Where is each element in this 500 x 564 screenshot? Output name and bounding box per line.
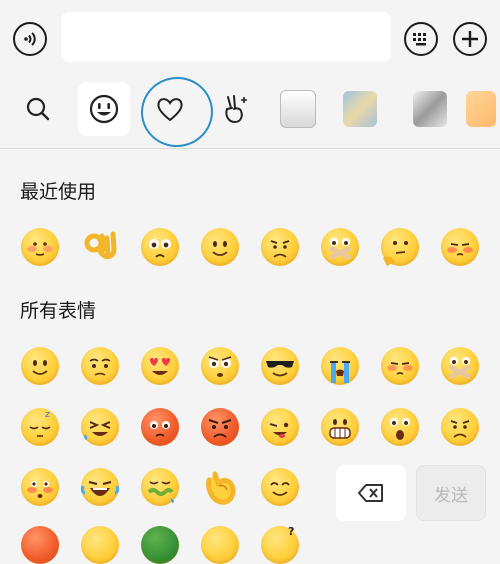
emoji-cool[interactable] xyxy=(261,347,299,385)
emoji-think[interactable] xyxy=(381,228,419,266)
emoji-ok-hand[interactable] xyxy=(81,228,119,266)
emoji-wink[interactable] xyxy=(261,408,299,446)
emoji-shy[interactable] xyxy=(381,347,419,385)
emoji-tab-strip xyxy=(0,76,500,148)
emoji-red-angry[interactable] xyxy=(141,408,179,446)
voice-icon xyxy=(24,32,36,46)
gesture-icon xyxy=(225,95,247,124)
tab-emoji[interactable] xyxy=(78,82,130,136)
emoji-sleep[interactable]: z xyxy=(21,408,59,446)
voice-input-button[interactable] xyxy=(13,22,47,56)
svg-text:z: z xyxy=(45,410,50,420)
emoji-laugh-cry[interactable] xyxy=(81,468,119,506)
svg-text:?: ? xyxy=(288,526,294,538)
emoji-question[interactable]: ? xyxy=(261,526,299,564)
backspace-button[interactable] xyxy=(336,465,406,521)
emoji-grin[interactable] xyxy=(321,408,359,446)
emoji-worried[interactable] xyxy=(81,347,119,385)
tab-gestures[interactable] xyxy=(208,82,260,136)
tab-sticker-pack-1[interactable] xyxy=(272,82,324,136)
keyboard-button[interactable] xyxy=(404,22,438,56)
tab-search[interactable] xyxy=(12,82,64,136)
emoji-hush[interactable] xyxy=(321,228,359,266)
emoji-frown[interactable] xyxy=(261,228,299,266)
emoji-smile[interactable] xyxy=(201,526,239,564)
sticker-thumbnail xyxy=(413,91,447,127)
emoji-worried[interactable] xyxy=(141,228,179,266)
search-icon xyxy=(26,97,50,121)
emoji-surprise[interactable] xyxy=(381,408,419,446)
emoji-red-face[interactable] xyxy=(21,526,59,564)
message-input[interactable] xyxy=(61,12,391,62)
emoji-smile[interactable] xyxy=(21,347,59,385)
emoji-grin-sweat[interactable] xyxy=(81,408,119,446)
divider xyxy=(0,148,500,149)
emoji-heart-eyes[interactable] xyxy=(141,347,179,385)
input-bar xyxy=(0,0,500,76)
sticker-thumbnail xyxy=(343,91,377,127)
smiley-icon xyxy=(89,94,119,124)
send-button[interactable]: 发送 xyxy=(416,465,486,521)
emoji-hush[interactable] xyxy=(441,347,479,385)
more-button[interactable] xyxy=(453,22,487,56)
emoji-smile[interactable] xyxy=(201,228,239,266)
sticker-thumbnail xyxy=(466,91,496,127)
tab-sticker-pack-4[interactable] xyxy=(466,82,500,136)
emoji-cry[interactable] xyxy=(321,347,359,385)
emoji-angry-eyes[interactable] xyxy=(201,347,239,385)
recent-section-title: 最近使用 xyxy=(20,181,97,203)
emoji-blush[interactable] xyxy=(21,468,59,506)
all-section-title: 所有表情 xyxy=(20,300,97,322)
emoji-hand-think[interactable] xyxy=(201,468,239,506)
tab-sticker-pack-3[interactable] xyxy=(404,82,456,136)
emoji-green[interactable] xyxy=(141,526,179,564)
emoji-happy[interactable] xyxy=(261,468,299,506)
plus-icon xyxy=(462,31,478,47)
keyboard-icon xyxy=(413,33,426,46)
sticker-thumbnail xyxy=(280,90,316,128)
backspace-icon xyxy=(358,484,383,502)
emoji-red-angry[interactable] xyxy=(201,408,239,446)
tab-sticker-pack-2[interactable] xyxy=(334,82,386,136)
emoji-grin[interactable] xyxy=(81,526,119,564)
emoji-frown[interactable] xyxy=(441,408,479,446)
emoji-sick[interactable] xyxy=(141,468,179,506)
emoji-shy[interactable] xyxy=(441,228,479,266)
emoji-blush[interactable] xyxy=(21,228,59,266)
